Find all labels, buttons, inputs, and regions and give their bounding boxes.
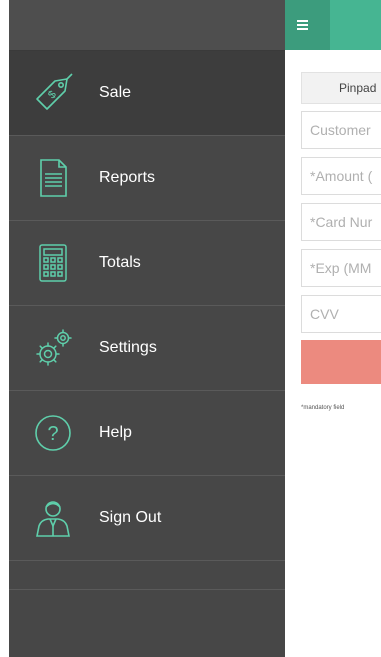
menu-item-label: Sale — [99, 84, 132, 101]
menu-item-help[interactable]: ? Help — [9, 391, 285, 476]
cvv-field[interactable]: CVV — [301, 295, 381, 333]
menu-item-label: Reports — [99, 169, 156, 186]
menu-item-label: Sign Out — [99, 509, 162, 526]
menu-item-sign-out[interactable]: Sign Out — [9, 476, 285, 561]
drawer-header — [9, 0, 285, 51]
hamburger-icon — [297, 28, 308, 30]
expiry-field[interactable]: *Exp (MM — [301, 249, 381, 287]
pinpad-button[interactable]: Pinpad — [301, 72, 381, 104]
menu-item-reports[interactable]: Reports — [9, 136, 285, 221]
divider — [9, 589, 285, 590]
document-icon — [40, 159, 67, 197]
navigation-drawer: $ Sale Reports Totals Settings ? Help Si… — [9, 0, 285, 657]
gears-icon — [36, 329, 72, 366]
svg-text:?: ? — [47, 423, 58, 445]
hamburger-icon — [297, 20, 308, 22]
menu-item-label: Totals — [99, 254, 141, 271]
menu-toggle-button[interactable] — [285, 0, 330, 50]
top-app-bar — [285, 0, 381, 50]
calculator-icon — [39, 244, 67, 282]
menu-item-settings[interactable]: Settings — [9, 306, 285, 391]
menu-item-label: Settings — [99, 339, 157, 356]
menu-item-sale[interactable]: $ Sale — [9, 51, 285, 136]
customer-field[interactable]: Customer — [301, 111, 381, 149]
card-number-field[interactable]: *Card Nur — [301, 203, 381, 241]
user-icon — [36, 501, 70, 537]
submit-button[interactable] — [301, 340, 381, 384]
menu-item-totals[interactable]: Totals — [9, 221, 285, 306]
price-tag-icon: $ — [36, 73, 73, 110]
amount-field[interactable]: *Amount ( — [301, 157, 381, 195]
sale-form: Pinpad Customer *Amount ( *Card Nur *Exp… — [285, 50, 381, 657]
question-icon: ? — [35, 415, 71, 451]
hamburger-icon — [297, 24, 308, 26]
mandatory-note: *mandatory field — [301, 405, 345, 411]
menu-item-label: Help — [99, 424, 132, 441]
